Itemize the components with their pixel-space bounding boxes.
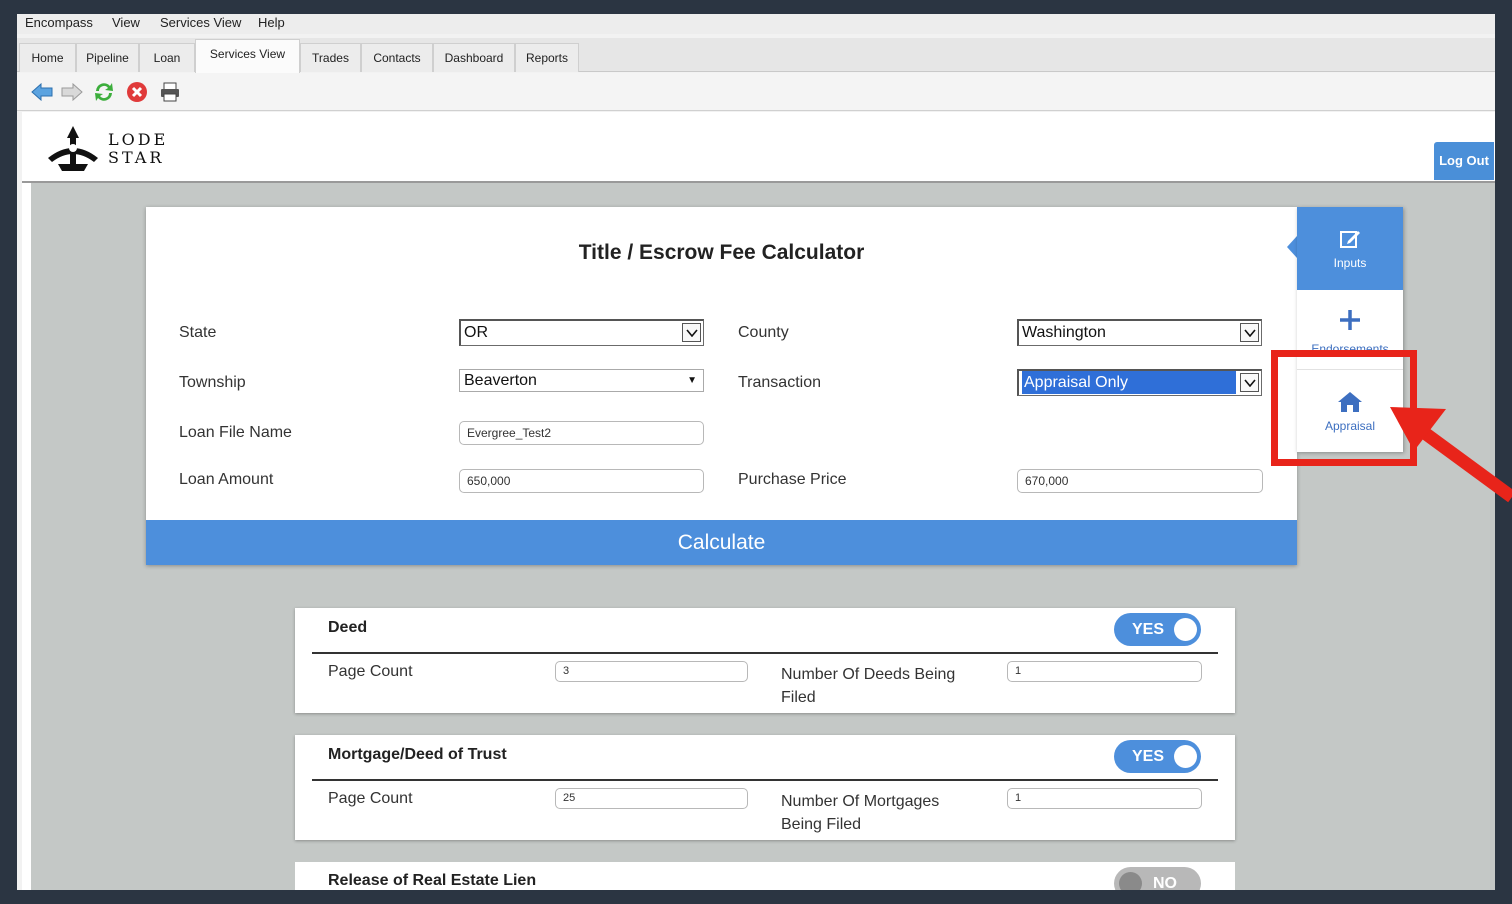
- browser-toolbar: [17, 73, 1495, 111]
- release-card: Release of Real Estate Lien NO: [295, 862, 1235, 900]
- county-label: County: [738, 324, 789, 341]
- state-label: State: [179, 324, 217, 341]
- state-select[interactable]: OR: [459, 319, 704, 346]
- county-select[interactable]: Washington: [1017, 319, 1262, 346]
- deed-toggle[interactable]: YES: [1114, 613, 1201, 646]
- deed-number-label: Number Of Deeds Being Filed: [781, 666, 956, 706]
- menu-services-view[interactable]: Services View: [160, 15, 241, 30]
- mortgage-toggle[interactable]: YES: [1114, 740, 1201, 773]
- deed-number-input[interactable]: 1: [1007, 661, 1202, 682]
- mortgage-page-count-input[interactable]: 25: [555, 788, 748, 809]
- deed-toggle-label: YES: [1132, 621, 1165, 638]
- annotation-arrow-icon: [1390, 407, 1512, 503]
- tab-home[interactable]: Home: [19, 43, 76, 72]
- transaction-value: Appraisal Only: [1022, 371, 1236, 394]
- side-tab-inputs[interactable]: Inputs: [1297, 207, 1403, 290]
- deed-page-count-input[interactable]: 3: [555, 661, 748, 682]
- tab-services-view[interactable]: Services View: [195, 39, 300, 73]
- loan-file-name-input[interactable]: Evergree_Test2: [459, 421, 704, 445]
- edit-icon: [1297, 227, 1403, 254]
- divider: [312, 779, 1218, 781]
- main-tab-bar: Home Pipeline Loan Services View Trades …: [17, 38, 1495, 73]
- mortgage-toggle-label: YES: [1132, 748, 1165, 765]
- tab-contacts[interactable]: Contacts: [361, 43, 433, 72]
- refresh-icon[interactable]: [92, 80, 116, 104]
- transaction-select[interactable]: Appraisal Only: [1017, 369, 1262, 396]
- chevron-down-icon: [682, 323, 701, 342]
- purchase-price-input[interactable]: 670,000: [1017, 469, 1263, 493]
- deed-title: Deed: [328, 619, 368, 636]
- back-arrow-icon[interactable]: [30, 80, 54, 104]
- mortgage-number-input[interactable]: 1: [1007, 788, 1202, 809]
- tab-trades[interactable]: Trades: [300, 43, 361, 72]
- lodestar-header: LODE STAR Log Out: [22, 112, 1495, 183]
- brand-line2: STAR: [108, 148, 165, 167]
- side-tab-endorsements-label: Endorsements: [1311, 342, 1389, 350]
- purchase-price-label: Purchase Price: [738, 471, 847, 488]
- transaction-label: Transaction: [738, 374, 821, 391]
- deed-page-count-label: Page Count: [328, 663, 413, 680]
- menu-encompass[interactable]: Encompass: [25, 15, 93, 30]
- loan-amount-input[interactable]: 650,000: [459, 469, 704, 493]
- side-tab-inputs-label: Inputs: [1333, 256, 1367, 270]
- menu-help[interactable]: Help: [258, 15, 285, 30]
- calculate-button[interactable]: Calculate: [146, 520, 1297, 565]
- mortgage-number-label: Number Of Mortgages Being Filed: [781, 793, 940, 833]
- tab-pipeline[interactable]: Pipeline: [76, 43, 139, 72]
- menu-bar: Encompass View Services View Help: [17, 14, 1495, 34]
- brand-line1: LODE: [108, 130, 169, 149]
- forward-arrow-icon[interactable]: [60, 80, 84, 104]
- chevron-down-icon: [1240, 323, 1259, 342]
- loan-amount-label: Loan Amount: [179, 471, 274, 488]
- toggle-knob: [1174, 618, 1197, 641]
- lodestar-logo-text: LODE STAR: [108, 131, 168, 167]
- window-frame-bottom: [0, 890, 1512, 904]
- mortgage-card: Mortgage/Deed of Trust YES Page Count 25…: [295, 735, 1235, 840]
- township-select[interactable]: Beaverton ▼: [459, 369, 704, 392]
- fee-calculator-panel: Title / Escrow Fee Calculator State OR C…: [146, 207, 1297, 565]
- township-label: Township: [179, 374, 246, 391]
- tab-reports[interactable]: Reports: [515, 43, 579, 72]
- tab-dashboard[interactable]: Dashboard: [433, 43, 515, 72]
- log-out-button[interactable]: Log Out: [1434, 142, 1494, 180]
- tab-loan[interactable]: Loan: [139, 43, 195, 72]
- county-value: Washington: [1022, 324, 1106, 341]
- page-title: Title / Escrow Fee Calculator: [578, 241, 865, 264]
- township-value: Beaverton: [464, 372, 537, 389]
- state-value: OR: [464, 324, 488, 341]
- deed-card: Deed YES Page Count 3 Number Of Deeds Be…: [295, 608, 1235, 713]
- release-title: Release of Real Estate Lien: [328, 872, 537, 889]
- caret-down-icon: ▼: [687, 375, 697, 386]
- lodestar-logo-icon: [44, 124, 102, 179]
- divider: [312, 652, 1218, 654]
- toggle-knob: [1174, 745, 1197, 768]
- menu-view[interactable]: View: [112, 15, 140, 30]
- mortgage-page-count-label: Page Count: [328, 790, 413, 807]
- loan-file-name-label: Loan File Name: [179, 424, 292, 441]
- plus-icon: [1297, 308, 1403, 335]
- mortgage-title: Mortgage/Deed of Trust: [328, 746, 507, 763]
- print-icon[interactable]: [158, 80, 182, 104]
- stop-icon[interactable]: [125, 80, 149, 104]
- chevron-down-icon: [1240, 373, 1259, 392]
- active-tab-pointer: [1287, 236, 1297, 258]
